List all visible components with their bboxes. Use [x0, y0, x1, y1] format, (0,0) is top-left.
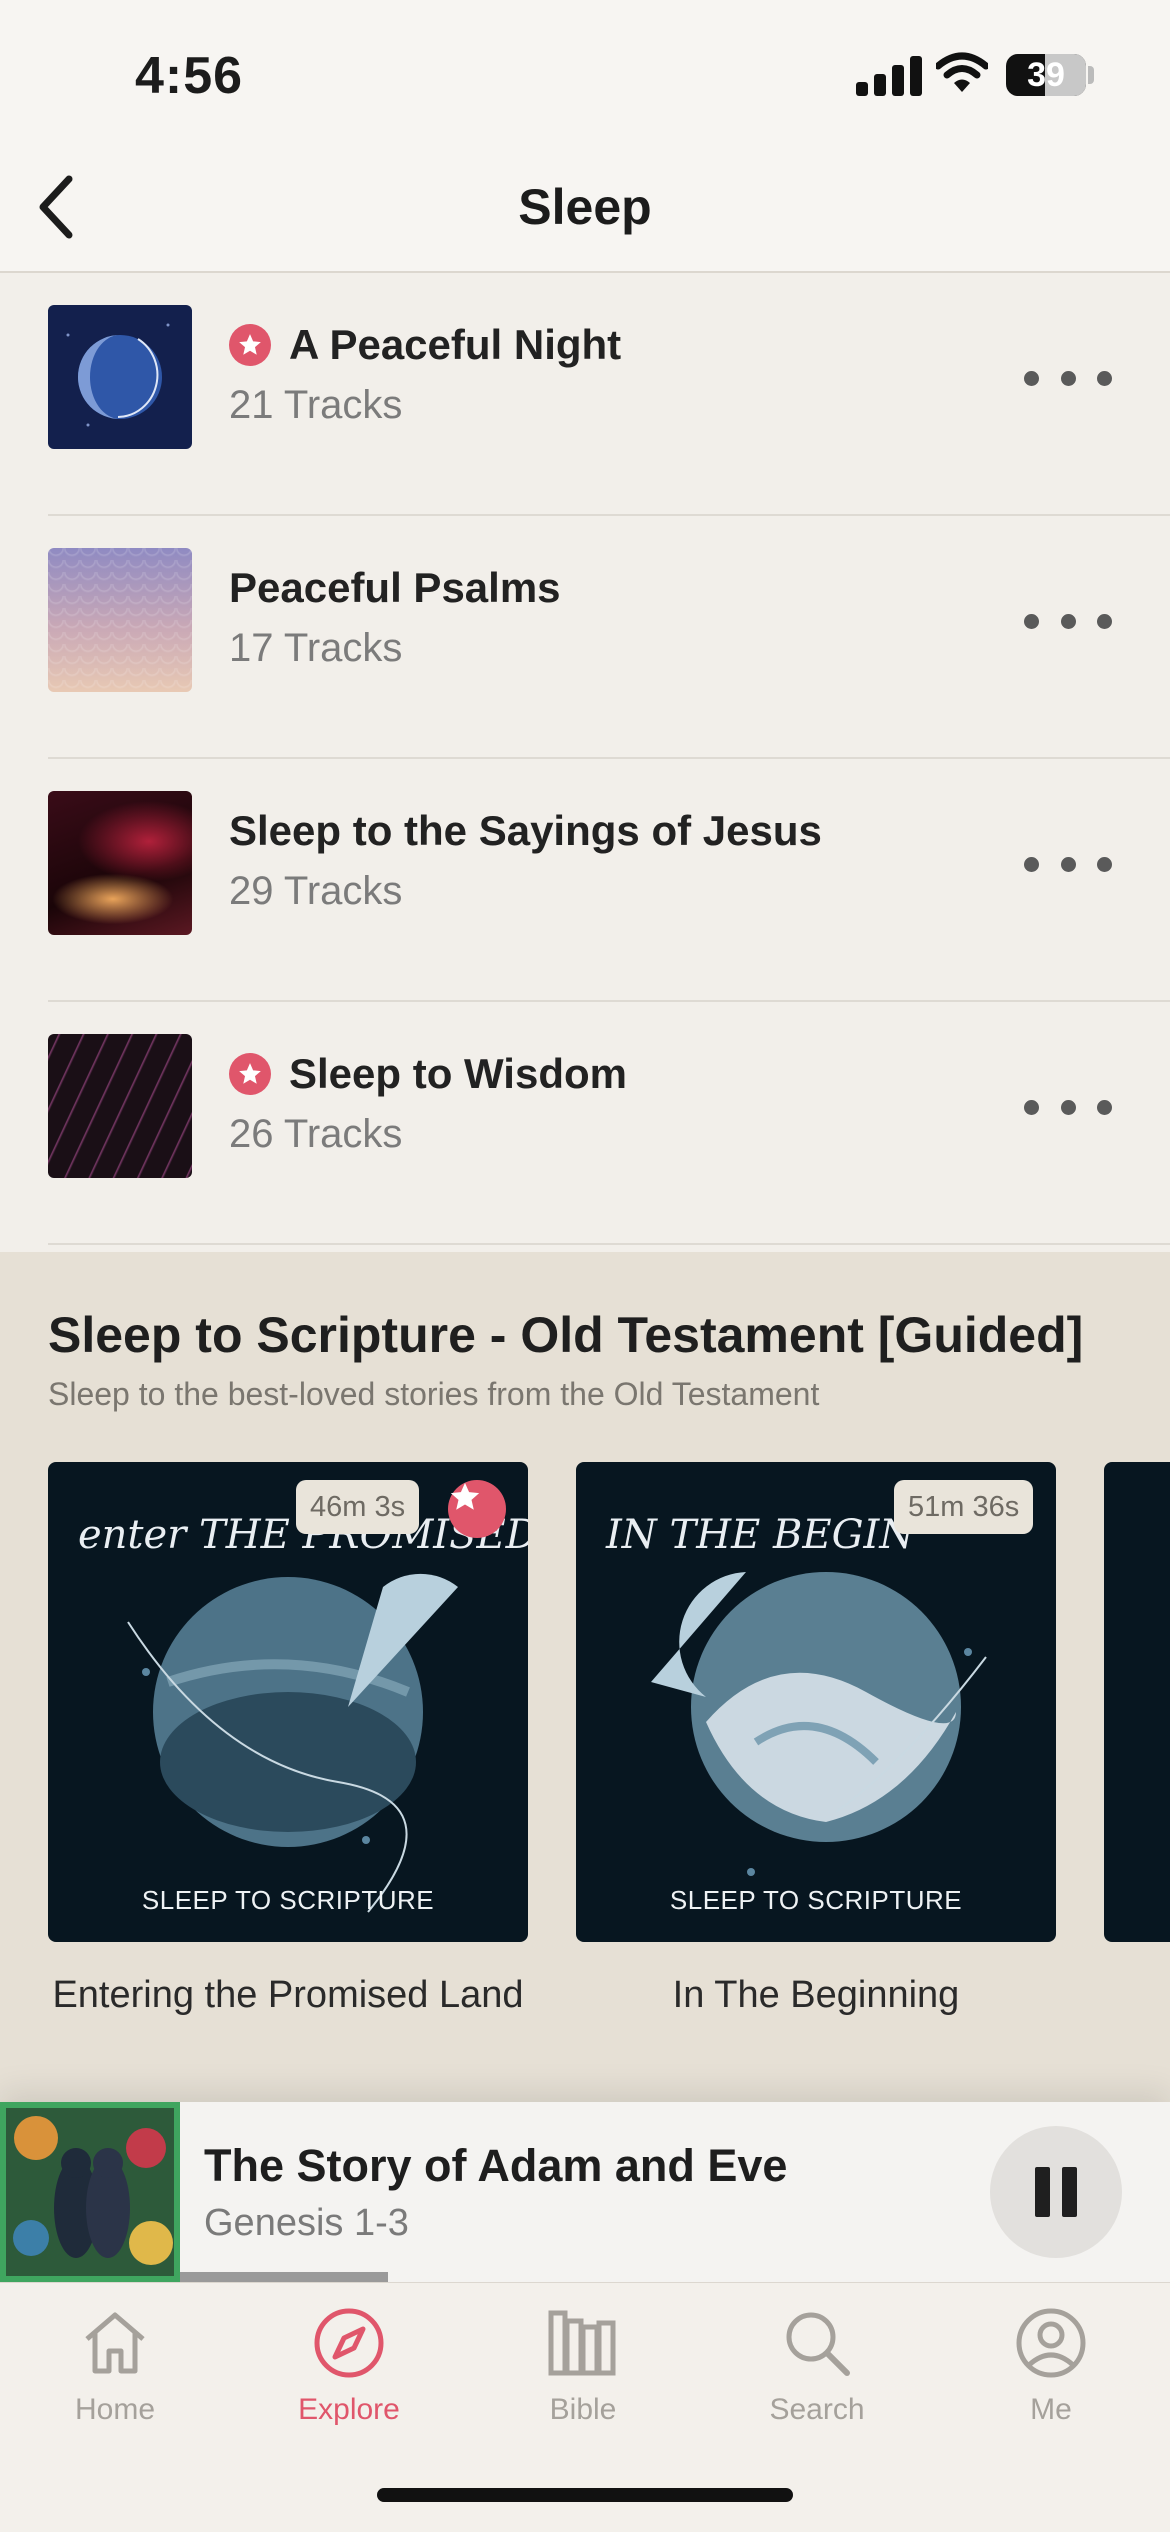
episode-card[interactable]: IN THE BEGIN SLEEP TO SCRIPTURE 51m 36s … — [576, 1462, 1056, 2018]
playlist-artwork — [48, 791, 192, 935]
status-bar: 4:56 39 — [0, 0, 1170, 150]
playlist-track-count: 29 Tracks — [229, 869, 403, 913]
episode-title: Entering the Promised Land — [52, 1974, 524, 2016]
tab-label: Explore — [298, 2393, 400, 2426]
episode-card[interactable]: enter THE PROMISED LAND SLEEP TO SCRIPTU… — [48, 1462, 528, 2018]
section-title: Sleep to Scripture - Old Testament [Guid… — [48, 1307, 1084, 1363]
search-icon — [786, 2312, 850, 2376]
battery-icon: 39 — [1006, 54, 1086, 96]
episode-card-peek[interactable] — [1104, 1462, 1170, 1942]
playlist-artwork — [48, 1034, 192, 1178]
playlist-track-count: 17 Tracks — [229, 626, 403, 670]
tab-label: Home — [74, 2393, 156, 2426]
pause-button[interactable] — [990, 2126, 1122, 2258]
now-playing-title: The Story of Adam and Eve — [204, 2140, 788, 2191]
playlist-title: Sleep to the Sayings of Jesus — [229, 807, 822, 855]
tab-bible[interactable]: Bible — [483, 2305, 683, 2427]
more-options-button[interactable] — [1018, 596, 1118, 646]
playlist-artwork — [48, 548, 192, 692]
playlist-title: Sleep to Wisdom — [229, 1050, 627, 1098]
playlist-track-count: 26 Tracks — [229, 1112, 403, 1156]
playback-progress-fill — [180, 2272, 388, 2282]
duration-badge: 46m 3s — [296, 1480, 420, 1534]
wifi-icon — [936, 52, 988, 92]
now-playing-subtitle: Genesis 1-3 — [204, 2202, 409, 2244]
featured-star-icon — [229, 1053, 271, 1095]
episode-artwork: enter THE PROMISED LAND SLEEP TO SCRIPTU… — [48, 1462, 528, 1942]
home-icon — [85, 2312, 145, 2374]
pause-icon — [1035, 2167, 1050, 2217]
playlist-title-text: Sleep to Wisdom — [289, 1050, 627, 1097]
nav-header: Sleep — [0, 150, 1170, 273]
playlist-title: A Peaceful Night — [229, 321, 621, 369]
playlist-title-text: Peaceful Psalms — [229, 564, 561, 611]
tab-search[interactable]: Search — [717, 2305, 917, 2427]
episode-title: In The Beginning — [672, 1974, 960, 2016]
mini-player[interactable]: The Story of Adam and Eve Genesis 1-3 — [0, 2102, 1170, 2282]
playlist-title-text: Sleep to the Sayings of Jesus — [229, 807, 822, 854]
duration-badge: 51m 36s — [894, 1480, 1034, 1534]
home-indicator — [377, 2488, 793, 2502]
more-options-button[interactable] — [1018, 839, 1118, 889]
cellular-signal-icon — [856, 54, 922, 96]
more-options-button[interactable] — [1018, 1082, 1118, 1132]
tab-label: Me — [1030, 2393, 1072, 2426]
playlist-artwork — [48, 305, 192, 449]
status-time: 4:56 — [135, 47, 244, 105]
section-subtitle: Sleep to the best-loved stories from the… — [48, 1376, 820, 1412]
playlist-title: Peaceful Psalms — [229, 564, 561, 612]
episode-artwork: IN THE BEGIN SLEEP TO SCRIPTURE 51m 36s — [576, 1462, 1056, 1942]
artwork-heading: IN THE BEGIN — [606, 1512, 915, 1558]
playlist-title-text: A Peaceful Night — [289, 321, 622, 368]
playback-progress[interactable] — [180, 2272, 1170, 2282]
playlist-row[interactable]: A Peaceful Night 21 Tracks — [48, 273, 1170, 516]
playlist-list: A Peaceful Night 21 Tracks Peaceful Psal… — [0, 273, 1170, 1245]
tab-label: Search — [769, 2393, 865, 2426]
compass-icon — [314, 2308, 384, 2378]
page-title: Sleep — [518, 179, 652, 235]
guided-section: Sleep to Scripture - Old Testament [Guid… — [0, 1252, 1170, 2102]
tab-home[interactable]: Home — [15, 2305, 215, 2427]
featured-star-icon — [229, 324, 271, 366]
more-options-button[interactable] — [1018, 353, 1118, 403]
artwork-footer: SLEEP TO SCRIPTURE — [669, 1885, 963, 1915]
featured-star-icon — [448, 1480, 506, 1538]
profile-icon — [1016, 2308, 1086, 2378]
playlist-row[interactable]: Sleep to Wisdom 26 Tracks — [48, 1002, 1170, 1245]
now-playing-artwork — [0, 2102, 180, 2282]
battery-level: 39 — [1027, 56, 1065, 94]
tab-me[interactable]: Me — [951, 2305, 1151, 2427]
tab-label: Bible — [549, 2393, 617, 2426]
playlist-track-count: 21 Tracks — [229, 383, 403, 427]
battery-cap — [1088, 66, 1094, 84]
playlist-row[interactable]: Sleep to the Sayings of Jesus 29 Tracks — [48, 759, 1170, 1002]
playlist-row[interactable]: Peaceful Psalms 17 Tracks — [48, 516, 1170, 759]
artwork-footer: SLEEP TO SCRIPTURE — [141, 1885, 435, 1915]
bible-icon — [548, 2310, 616, 2376]
tab-explore[interactable]: Explore — [249, 2305, 449, 2427]
